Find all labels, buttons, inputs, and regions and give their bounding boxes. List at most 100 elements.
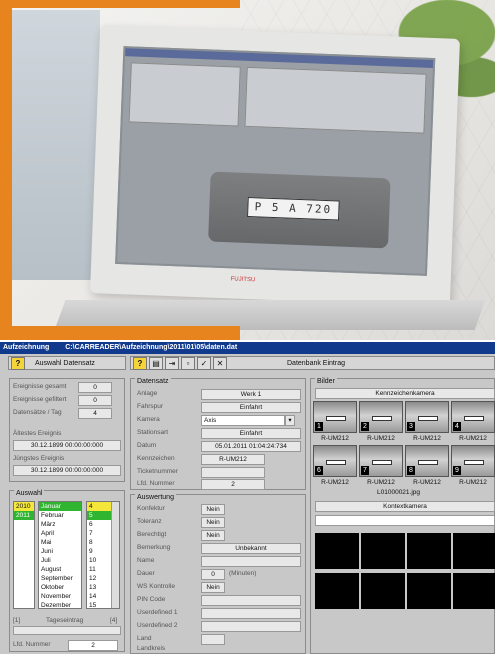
stat-value: 0 bbox=[78, 395, 112, 406]
context-image[interactable] bbox=[407, 573, 451, 609]
thumb-number: 1 bbox=[315, 422, 323, 431]
thumb-label: R-UM212 bbox=[459, 479, 487, 486]
thumbnail[interactable]: 6 bbox=[313, 445, 357, 477]
thumbnail[interactable]: 4 bbox=[451, 401, 495, 433]
thumb-number: 8 bbox=[407, 466, 415, 475]
field-label: Konfektur bbox=[137, 505, 165, 512]
list-item[interactable]: 2010 bbox=[14, 502, 34, 511]
help-icon[interactable]: ? bbox=[133, 357, 147, 370]
auswahl-panel: Auswahl 2010 2011 Januar Februar März Ap… bbox=[9, 490, 125, 652]
context-image[interactable] bbox=[407, 533, 451, 569]
monitor: P 5 A 720 FUJITSU bbox=[89, 25, 461, 307]
background-window bbox=[10, 10, 100, 280]
field-value: 0 bbox=[201, 569, 225, 580]
day-scrollbar[interactable] bbox=[111, 502, 119, 608]
field-label: Stationsart bbox=[137, 429, 169, 436]
year-list[interactable]: 2010 2011 bbox=[13, 501, 35, 609]
datensatz-title: Datensatz bbox=[135, 378, 171, 385]
thumb-label: R-UM212 bbox=[321, 479, 349, 486]
stat-label: Ereignisse gesamt bbox=[13, 383, 67, 390]
thumbnail[interactable]: 2 bbox=[359, 401, 403, 433]
stat-label: Datensätze / Tag bbox=[13, 409, 62, 416]
list-item[interactable]: Oktober bbox=[39, 583, 81, 592]
day-range-left: [1] bbox=[13, 617, 21, 624]
context-image[interactable] bbox=[361, 533, 405, 569]
save-icon[interactable]: ▫ bbox=[181, 357, 195, 370]
thumb-number: 9 bbox=[453, 466, 461, 475]
day-range-label: Tageseintrag bbox=[46, 617, 84, 624]
context-image[interactable] bbox=[453, 533, 495, 569]
thumbnail[interactable]: 1 bbox=[313, 401, 357, 433]
field-label: Toleranz bbox=[137, 518, 162, 525]
auswertung-panel: Auswertung Konfektur Nein Toleranz Nein … bbox=[130, 494, 306, 654]
field-label: Userdefined 1 bbox=[137, 609, 178, 616]
list-item[interactable]: Mai bbox=[39, 538, 81, 547]
thumb-label: R-UM212 bbox=[321, 435, 349, 442]
thumbnail[interactable]: 9 bbox=[451, 445, 495, 477]
lfd-input[interactable]: 2 bbox=[68, 640, 118, 651]
list-item[interactable]: März bbox=[39, 520, 81, 529]
field-label: Kamera bbox=[137, 416, 160, 423]
thumbnail[interactable]: 3 bbox=[405, 401, 449, 433]
print-icon[interactable]: ▤ bbox=[149, 357, 163, 370]
context-image[interactable] bbox=[453, 573, 495, 609]
day-slider[interactable] bbox=[13, 626, 121, 635]
thumb-label: R-UM212 bbox=[367, 479, 395, 486]
field-label: Userdefined 2 bbox=[137, 622, 178, 629]
field-value: Nein bbox=[201, 582, 225, 593]
list-item[interactable]: Juli bbox=[39, 556, 81, 565]
field-label: PIN Code bbox=[137, 596, 166, 603]
month-list[interactable]: Januar Februar März April Mai Juni Juli … bbox=[38, 501, 82, 609]
right-toolbar: ? ▤ ⇥ ▫ ✓ ✕ Datenbank Eintrag bbox=[130, 356, 495, 370]
list-item[interactable]: August bbox=[39, 565, 81, 574]
field-value: Einfahrt bbox=[201, 428, 301, 439]
field-value: Nein bbox=[201, 517, 225, 528]
thumbnail[interactable]: 7 bbox=[359, 445, 403, 477]
toolbar: ? Auswahl Datensatz ? ▤ ⇥ ▫ ✓ ✕ Datenban… bbox=[0, 355, 495, 371]
list-item[interactable]: April bbox=[39, 529, 81, 538]
help-icon[interactable]: ? bbox=[11, 357, 25, 370]
thumb-label: R-UM212 bbox=[459, 435, 487, 442]
auswertung-title: Auswertung bbox=[135, 494, 176, 501]
context-image[interactable] bbox=[315, 533, 359, 569]
field-value: 2 bbox=[201, 479, 265, 490]
field-value: Werk 1 bbox=[201, 389, 301, 400]
dauer-unit: (Minuten) bbox=[229, 570, 257, 577]
datensatz-panel: Datensatz Anlage Werk 1 Fahrspur Einfahr… bbox=[130, 378, 306, 490]
list-item[interactable]: November bbox=[39, 592, 81, 601]
thumb-label: R-UM212 bbox=[413, 479, 441, 486]
day-list[interactable]: 4 5 6 7 8 9 10 11 12 13 14 15 bbox=[86, 501, 120, 609]
field-label: Landkreis bbox=[137, 645, 166, 652]
context-image[interactable] bbox=[315, 573, 359, 609]
list-item[interactable]: September bbox=[39, 574, 81, 583]
thumb-number: 2 bbox=[361, 422, 369, 431]
app-title: Aufzeichnung bbox=[3, 344, 50, 351]
close-icon[interactable]: ✕ bbox=[213, 357, 227, 370]
kontext-select[interactable] bbox=[315, 515, 495, 526]
field-value bbox=[201, 556, 301, 567]
list-item[interactable]: Februar bbox=[39, 511, 81, 520]
camera-select[interactable]: Axis bbox=[201, 415, 285, 426]
thumb-number: 6 bbox=[315, 466, 323, 475]
field-value: Unbekannt bbox=[201, 543, 301, 554]
field-value bbox=[201, 595, 301, 606]
export-icon[interactable]: ⇥ bbox=[165, 357, 179, 370]
field-label: Fahrspur bbox=[137, 403, 164, 410]
context-image[interactable] bbox=[361, 573, 405, 609]
field-label: Anlage bbox=[137, 390, 158, 397]
thumb-label: R-UM212 bbox=[367, 435, 395, 442]
list-item[interactable]: Juni bbox=[39, 547, 81, 556]
bilder-panel: Bilder Kennzeichenkamera 1 2 3 4 R-UM212… bbox=[310, 378, 495, 654]
license-plate: P 5 A 720 bbox=[247, 196, 340, 221]
field-label: Ticketnummer bbox=[137, 468, 178, 475]
file-path: C:\CARREADER\Aufzeichnung\2011\01\05\dat… bbox=[65, 344, 238, 351]
check-icon[interactable]: ✓ bbox=[197, 357, 211, 370]
chevron-down-icon[interactable]: ▾ bbox=[285, 415, 295, 426]
kennzeichen-kamera-header: Kennzeichenkamera bbox=[315, 388, 495, 399]
right-toolbar-label: Datenbank Eintrag bbox=[287, 360, 345, 367]
list-item[interactable]: Dezember bbox=[39, 601, 81, 610]
thumbnail[interactable]: 8 bbox=[405, 445, 449, 477]
list-item[interactable]: Januar bbox=[39, 502, 81, 511]
field-value: 05.01.2011 01:04:24:734 bbox=[201, 441, 301, 452]
list-item[interactable]: 2011 bbox=[14, 511, 34, 520]
